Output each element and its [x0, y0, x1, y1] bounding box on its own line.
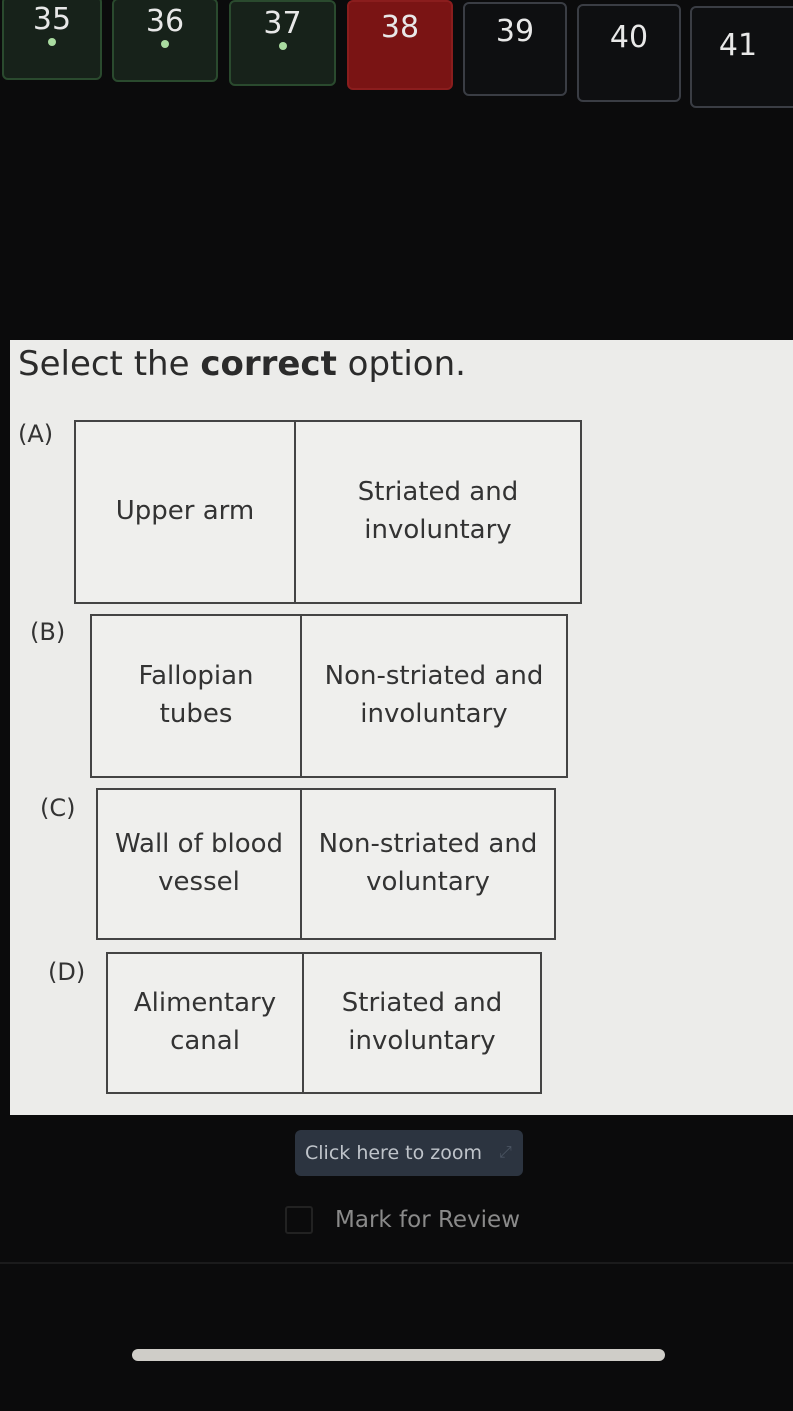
- question-card: Select the correct option. (A) Upper arm…: [10, 340, 793, 1115]
- home-indicator[interactable]: [132, 1349, 665, 1361]
- option-d[interactable]: Alimentary canal Striated and involuntar…: [106, 952, 542, 1094]
- prompt-text: Select the: [18, 344, 201, 384]
- prompt-text: option.: [336, 344, 466, 384]
- question-36-button[interactable]: 36: [112, 0, 218, 82]
- zoom-button[interactable]: Click here to zoom ⤢: [295, 1130, 523, 1176]
- option-a-muscle-type: Striated and involuntary: [357, 477, 519, 545]
- option-b-label: (B): [30, 618, 66, 646]
- mark-for-review-label: Mark for Review: [335, 1207, 521, 1233]
- option-c-muscle-type: Non-striated and voluntary: [318, 829, 538, 897]
- option-c-location: Wall of blood vessel: [98, 790, 302, 938]
- option-b-muscle-type: Non-striated and involuntary: [324, 661, 544, 729]
- question-39-button[interactable]: 39: [463, 2, 567, 96]
- option-a-location: Upper arm: [76, 422, 296, 602]
- question-41-button[interactable]: 41: [690, 6, 793, 108]
- question-number: 37: [263, 6, 302, 41]
- question-number: 36: [145, 4, 185, 39]
- zoom-button-label: Click here to zoom: [305, 1142, 483, 1164]
- question-number: 41: [718, 28, 758, 63]
- question-38-button[interactable]: 38: [347, 0, 453, 90]
- option-d-muscle-type: Striated and involuntary: [341, 988, 503, 1056]
- question-number: 39: [495, 14, 535, 49]
- question-navigator: 35 36 37 38 39 40 41: [0, 0, 793, 110]
- option-b-location: Fallopian tubes: [92, 616, 302, 776]
- option-d-location: Alimentary canal: [108, 954, 304, 1092]
- question-number: 40: [609, 20, 649, 55]
- prompt-emphasis: correct: [200, 344, 337, 384]
- divider: [0, 1262, 793, 1264]
- question-37-button[interactable]: 37: [229, 0, 336, 86]
- option-b[interactable]: Fallopian tubes Non-striated and involun…: [90, 614, 568, 778]
- option-c[interactable]: Wall of blood vessel Non-striated and vo…: [96, 788, 556, 940]
- question-prompt: Select the correct option.: [18, 344, 466, 384]
- question-40-button[interactable]: 40: [577, 4, 681, 102]
- option-c-label: (C): [40, 794, 76, 822]
- option-a[interactable]: Upper arm Striated and involuntary: [74, 420, 582, 604]
- question-35-button[interactable]: 35: [2, 0, 102, 80]
- option-d-label: (D): [48, 958, 86, 986]
- expand-icon: ⤢: [499, 1142, 512, 1161]
- mark-for-review[interactable]: Mark for Review: [285, 1202, 520, 1238]
- review-checkbox[interactable]: [285, 1206, 313, 1234]
- option-a-label: (A): [18, 420, 54, 448]
- question-number: 38: [380, 10, 420, 45]
- question-number: 35: [32, 2, 72, 37]
